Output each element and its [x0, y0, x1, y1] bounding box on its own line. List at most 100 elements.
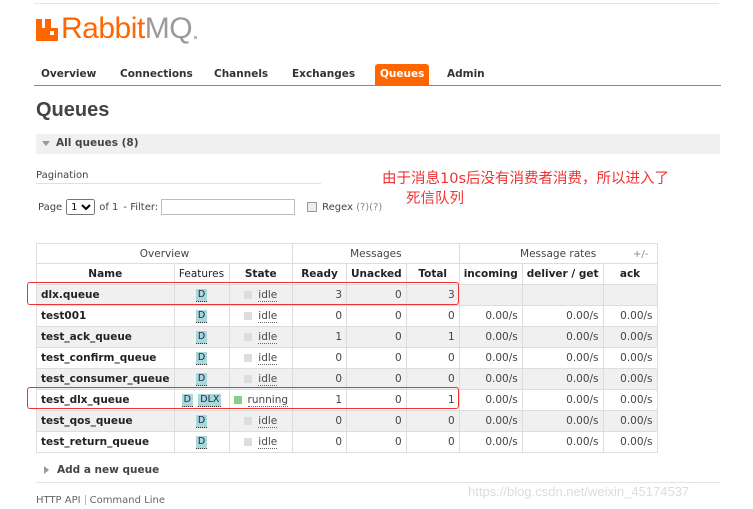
ack-rate-cell: 0.00/s: [602, 431, 658, 453]
page-label: Page: [38, 201, 63, 213]
filter-input[interactable]: [161, 199, 296, 215]
add-queue-divider: [36, 482, 720, 483]
incoming-rate-cell: 0.00/s: [458, 389, 523, 411]
regex-checkbox[interactable]: [307, 202, 318, 212]
table-row: test001 Didle 0 0 0 0.00/s 0.00/s 0.00/s: [36, 305, 658, 327]
queue-name-link[interactable]: test001: [36, 305, 175, 327]
watermark: https://blog.csdn.net/weixin_45174537: [468, 484, 690, 499]
regex-help-link[interactable]: (?)(?): [356, 202, 382, 213]
tab-overview[interactable]: Overview: [41, 68, 96, 80]
feature-badge[interactable]: D: [195, 415, 208, 428]
total-cell: 0: [405, 431, 460, 453]
incoming-rate-cell: 0.00/s: [458, 347, 523, 369]
tab-exchanges[interactable]: Exchanges: [292, 68, 355, 80]
features-cell: D: [173, 347, 230, 369]
highlight-test-dlx-queue: [27, 387, 459, 409]
col-incoming[interactable]: incoming: [458, 263, 523, 285]
state-label: idle: [258, 373, 278, 386]
total-cell: 0: [405, 410, 460, 432]
state-cell: idle: [228, 326, 294, 348]
incoming-rate-cell: 0.00/s: [458, 410, 523, 432]
unacked-cell: 0: [346, 410, 407, 432]
tab-connections[interactable]: Connections: [120, 68, 193, 80]
tab-queues[interactable]: Queues: [375, 64, 430, 86]
state-cell: idle: [228, 305, 294, 327]
feature-badge[interactable]: D: [195, 373, 208, 386]
http-api-link[interactable]: HTTP API: [36, 495, 81, 506]
main-nav: Overview Connections Channels Exchanges …: [34, 64, 721, 86]
features-cell: D: [173, 305, 230, 327]
deliver-rate-cell: 0.00/s: [521, 410, 604, 432]
rabbitmq-logo[interactable]: Rabbit MQ: [36, 12, 198, 45]
logo-text-mq: MQ: [144, 12, 193, 45]
of-pages-label: of 1: [99, 201, 119, 213]
queue-name-link[interactable]: test_return_queue: [36, 431, 175, 453]
incoming-rate-cell: 0.00/s: [458, 368, 523, 390]
incoming-rate-cell: 0.00/s: [458, 305, 523, 327]
incoming-rate-cell: [458, 284, 523, 306]
feature-badge[interactable]: D: [195, 331, 208, 344]
pagination-divider: [36, 183, 321, 184]
deliver-rate-cell: 0.00/s: [521, 347, 604, 369]
page-title: Queues: [36, 99, 110, 121]
feature-badge[interactable]: D: [195, 352, 208, 365]
unacked-cell: 0: [346, 326, 407, 348]
deliver-rate-cell: 0.00/s: [521, 389, 604, 411]
col-deliver-get[interactable]: deliver / get: [521, 263, 604, 285]
ack-rate-cell: 0.00/s: [602, 389, 658, 411]
state-cell: idle: [228, 410, 294, 432]
tab-admin[interactable]: Admin: [447, 68, 485, 80]
state-label: idle: [258, 310, 278, 323]
state-indicator-icon: [244, 417, 253, 425]
features-cell: D: [173, 326, 230, 348]
feature-badge[interactable]: D: [195, 436, 208, 449]
incoming-rate-cell: 0.00/s: [458, 326, 523, 348]
collapse-triangle-icon: [42, 141, 50, 146]
ack-rate-cell: 0.00/s: [602, 410, 658, 432]
queues-table: Overview Messages Message rates Name Fea…: [35, 243, 658, 453]
annotation-line-2: 死信队列: [406, 191, 464, 207]
queue-name-link[interactable]: test_ack_queue: [36, 326, 175, 348]
state-indicator-icon: [244, 312, 253, 320]
annotation-note: 由于消息10s后没有消费者消费，所以进入了 死信队列: [382, 169, 722, 209]
ack-rate-cell: 0.00/s: [602, 368, 658, 390]
state-label: idle: [258, 352, 278, 365]
ack-rate-cell: [602, 284, 658, 306]
ready-cell: 1: [292, 326, 348, 348]
logo-dot: [194, 36, 198, 39]
pager: Page 1 of 1 - Filter: Regex (?)(?): [38, 198, 382, 216]
logo-text-rabbit: Rabbit: [61, 12, 145, 45]
unacked-cell: 0: [346, 431, 407, 453]
ready-cell: 0: [292, 431, 348, 453]
footer: HTTP API Command Line: [36, 495, 165, 506]
features-cell: D: [173, 410, 230, 432]
state-indicator-icon: [244, 333, 253, 341]
add-queue-toggle[interactable]: Add a new queue: [44, 464, 159, 476]
deliver-rate-cell: 0.00/s: [521, 431, 604, 453]
state-label: idle: [258, 331, 278, 344]
ack-rate-cell: 0.00/s: [602, 326, 658, 348]
deliver-rate-cell: [521, 284, 604, 306]
command-line-link[interactable]: Command Line: [90, 495, 165, 506]
state-indicator-icon: [244, 354, 253, 362]
deliver-rate-cell: 0.00/s: [521, 305, 604, 327]
state-label: idle: [258, 436, 278, 449]
ack-rate-cell: 0.00/s: [602, 305, 658, 327]
incoming-rate-cell: 0.00/s: [458, 431, 523, 453]
page-select[interactable]: 1: [66, 199, 96, 215]
queue-name-link[interactable]: test_qos_queue: [36, 410, 175, 432]
add-queue-label: Add a new queue: [57, 464, 160, 476]
all-queues-toggle[interactable]: All queues (8): [36, 134, 720, 154]
state-cell: idle: [228, 347, 294, 369]
tab-channels[interactable]: Channels: [214, 68, 268, 80]
total-cell: 0: [405, 347, 460, 369]
footer-separator: [84, 495, 86, 505]
filter-label: - Filter:: [123, 201, 159, 213]
expand-triangle-icon: [44, 466, 49, 474]
queue-name-link[interactable]: test_confirm_queue: [36, 347, 175, 369]
deliver-rate-cell: 0.00/s: [521, 326, 604, 348]
col-ack[interactable]: ack: [602, 263, 658, 285]
feature-badge[interactable]: D: [195, 310, 208, 323]
columns-toggle[interactable]: +/-: [633, 249, 648, 260]
ack-rate-cell: 0.00/s: [602, 347, 658, 369]
